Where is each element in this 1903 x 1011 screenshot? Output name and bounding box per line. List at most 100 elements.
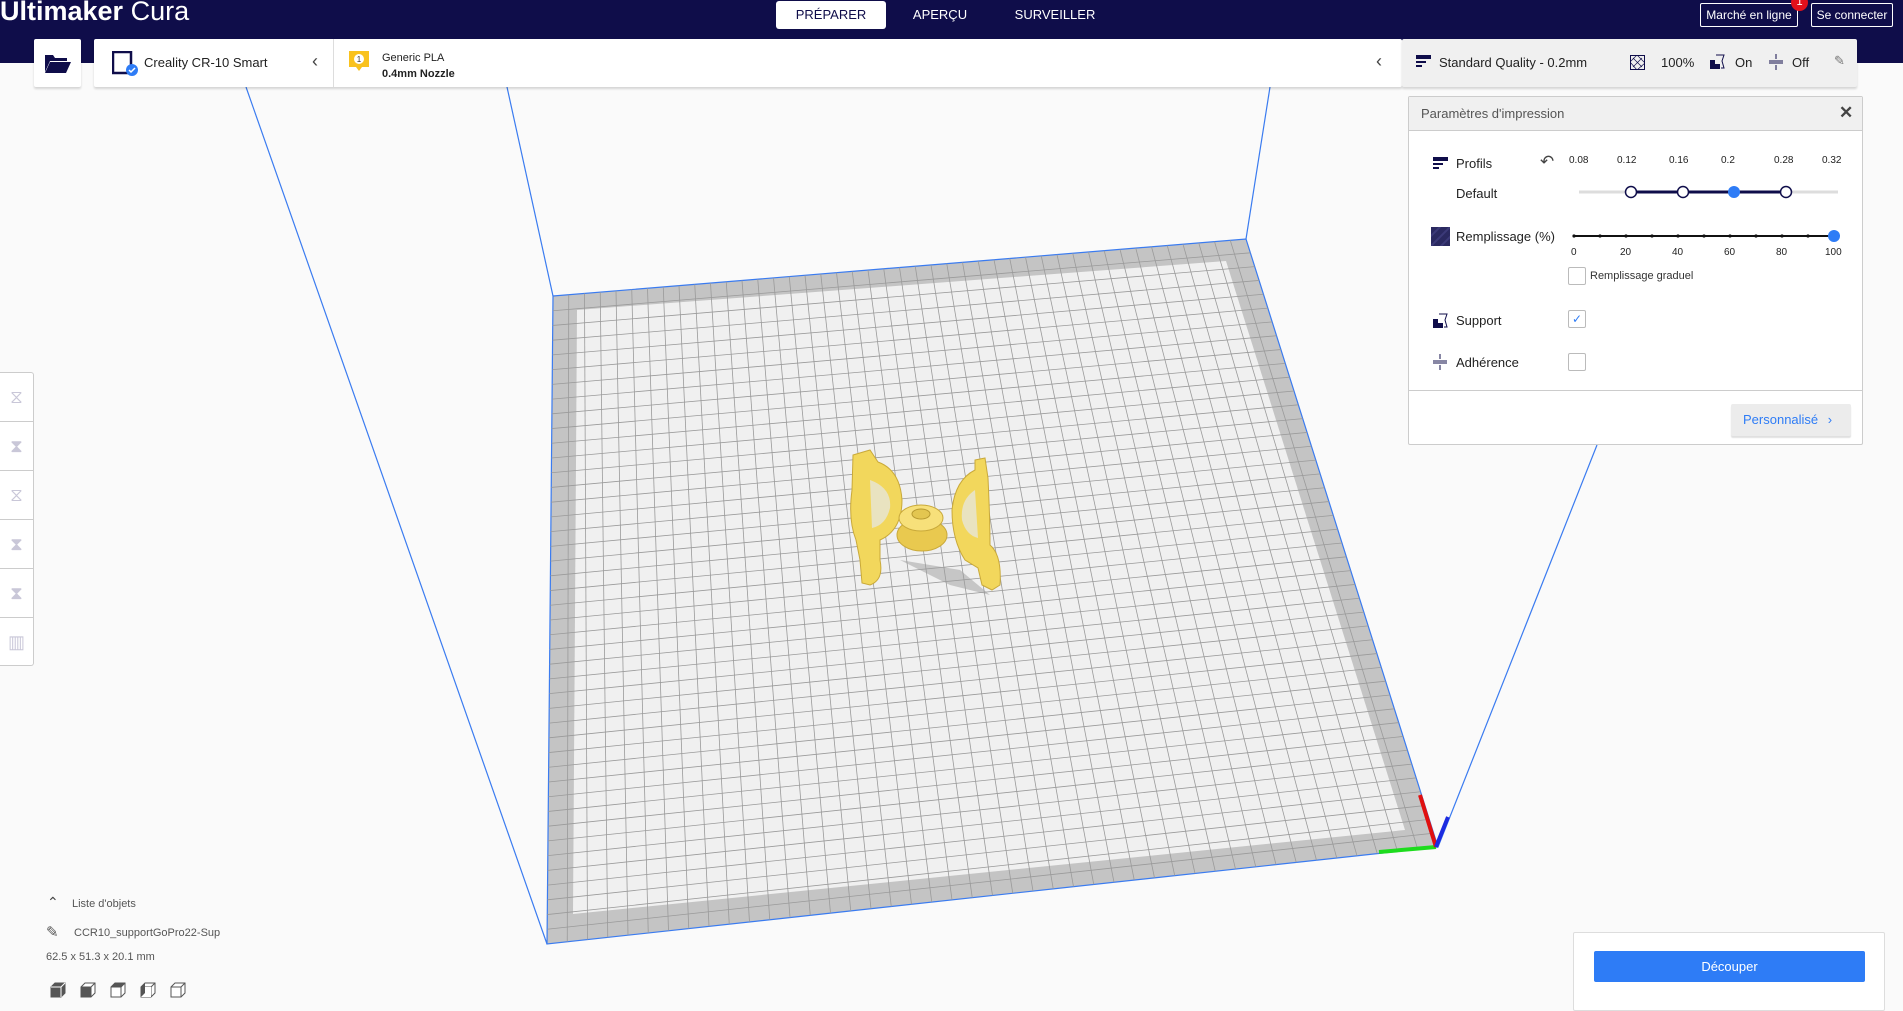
object-list-header[interactable]: Liste d'objets	[72, 898, 136, 910]
pencil-icon: ✎	[1834, 53, 1845, 68]
adhesion-icon	[1769, 54, 1783, 70]
infill-tick-label: 0	[1571, 247, 1577, 258]
gradual-infill-checkbox[interactable]	[1568, 267, 1586, 285]
top-view-icon[interactable]	[110, 982, 126, 998]
print-settings-toggle[interactable]: Standard Quality - 0.2mm 100% On Off ✎	[1402, 39, 1857, 87]
profile-icon	[1416, 55, 1431, 67]
profile-value: Default	[1456, 186, 1498, 201]
infill-tick	[1754, 234, 1758, 238]
infill-tick	[1676, 234, 1680, 238]
tab-preview[interactable]: APERÇU	[895, 1, 985, 29]
panel-divider	[1409, 390, 1862, 391]
printer-icon	[112, 51, 138, 76]
profile-icon	[1433, 157, 1448, 169]
right-view-icon[interactable]	[170, 982, 186, 998]
slice-button[interactable]: Découper	[1594, 951, 1865, 982]
infill-tick	[1598, 234, 1602, 238]
move-tool-icon[interactable]: ⧖	[0, 373, 33, 422]
quality-profile-label: Standard Quality - 0.2mm	[1439, 55, 1588, 70]
infill-pattern-icon	[1431, 227, 1450, 246]
support-checkbox[interactable]: ✓	[1568, 310, 1586, 328]
front-view-icon[interactable]	[80, 982, 96, 998]
extruder-badge-icon: 1	[349, 51, 369, 71]
chevron-right-icon: ›	[1827, 412, 1833, 427]
logo-light: Cura	[130, 0, 190, 26]
layer-height-label: 0.16	[1669, 155, 1689, 166]
nozzle-size: 0.4mm Nozzle	[382, 68, 455, 80]
folder-icon	[45, 55, 71, 73]
marketplace-button[interactable]: Marché en ligne	[1700, 3, 1798, 27]
layer-height-slider[interactable]	[1569, 182, 1844, 202]
infill-icon	[1630, 55, 1645, 70]
print-settings-panel: Paramètres d'impression ✕ Profils Defaul…	[1408, 96, 1863, 445]
slider-handle-0.12	[1624, 185, 1638, 199]
gradual-infill-label: Remplissage graduel	[1590, 270, 1694, 282]
model-mount-hole	[911, 508, 931, 520]
adhesion-checkbox[interactable]	[1568, 353, 1586, 371]
object-name: CCR10_supportGoPro22-Sup	[74, 927, 221, 939]
adhesion-label: Adhérence	[1456, 355, 1519, 370]
infill-tick-label: 60	[1724, 247, 1736, 258]
object-dimensions: 62.5 x 51.3 x 20.1 mm	[46, 951, 155, 963]
infill-label: Remplissage (%)	[1456, 229, 1555, 244]
tool-sidebar: ⧖ ⧗ ⧖ ⧗ ⧗ ▥	[0, 372, 34, 666]
infill-tick	[1650, 234, 1654, 238]
support-label: Support	[1456, 313, 1502, 328]
panel-title: Paramètres d'impression	[1409, 97, 1862, 131]
layer-height-label: 0.32	[1822, 155, 1842, 166]
scale-tool-icon[interactable]: ⧗	[0, 422, 33, 471]
slice-panel: Découper	[1573, 932, 1885, 1011]
axis-z	[1434, 816, 1450, 848]
infill-tick	[1572, 234, 1576, 238]
layer-height-label: 0.12	[1617, 155, 1637, 166]
reset-icon[interactable]: ↶	[1540, 152, 1554, 172]
per-model-settings-icon[interactable]: ⧗	[0, 569, 33, 618]
close-icon[interactable]: ✕	[1839, 103, 1853, 123]
login-button[interactable]: Se connecter	[1811, 3, 1893, 27]
material-name: Generic PLA	[382, 52, 445, 64]
rotate-tool-icon[interactable]: ⧖	[0, 471, 33, 520]
infill-slider[interactable]	[1569, 228, 1854, 244]
3d-view-icon[interactable]	[50, 982, 66, 998]
custom-button-label: Personnalisé	[1743, 412, 1819, 427]
pencil-icon[interactable]: ✎	[46, 923, 59, 941]
mirror-tool-icon[interactable]: ⧗	[0, 520, 33, 569]
open-file-button[interactable]	[34, 39, 81, 87]
layer-height-label: 0.08	[1569, 155, 1589, 166]
infill-tick-label: 40	[1672, 247, 1684, 258]
infill-tick-label: 100	[1825, 247, 1842, 258]
infill-tick-label: 20	[1620, 247, 1632, 258]
left-view-icon[interactable]	[140, 982, 156, 998]
adhesion-value: Off	[1792, 55, 1810, 70]
adhesion-icon	[1433, 354, 1447, 370]
layer-height-label: 0.2	[1721, 155, 1735, 166]
infill-tick	[1806, 234, 1810, 238]
tab-prepare[interactable]: PRÉPARER	[776, 1, 886, 29]
support-icon	[1433, 313, 1448, 328]
chevron-left-icon[interactable]: ‹	[312, 51, 318, 72]
slider-handle-0.2-selected	[1728, 186, 1740, 198]
infill-tick-label: 80	[1776, 247, 1788, 258]
infill-tick	[1780, 234, 1784, 238]
printer-selector[interactable]: Creality CR-10 Smart ‹	[94, 39, 334, 87]
infill-tick	[1728, 234, 1732, 238]
infill-tick	[1624, 234, 1628, 238]
slider-handle-0.28	[1779, 185, 1793, 199]
material-selector[interactable]: 1 Generic PLA 0.4mm Nozzle ‹	[334, 39, 1402, 87]
custom-settings-button[interactable]: Personnalisé ›	[1731, 404, 1851, 436]
support-value: On	[1735, 55, 1753, 70]
infill-value: 100%	[1661, 55, 1695, 70]
app-logo: Ultimaker Cura	[0, 0, 189, 27]
chevron-left-icon[interactable]: ‹	[1376, 51, 1382, 72]
profiles-label: Profils	[1456, 156, 1493, 171]
infill-handle	[1828, 230, 1840, 242]
slider-handle-0.16	[1676, 185, 1690, 199]
layer-height-label: 0.28	[1774, 155, 1794, 166]
extruder-number: 1	[357, 55, 362, 64]
chevron-up-icon[interactable]: ⌃	[47, 894, 59, 911]
support-icon	[1710, 54, 1725, 69]
logo-bold: Ultimaker	[0, 0, 124, 26]
printer-name: Creality CR-10 Smart	[144, 55, 268, 70]
tab-monitor[interactable]: SURVEILLER	[1000, 1, 1110, 29]
support-blocker-icon[interactable]: ▥	[0, 618, 33, 667]
